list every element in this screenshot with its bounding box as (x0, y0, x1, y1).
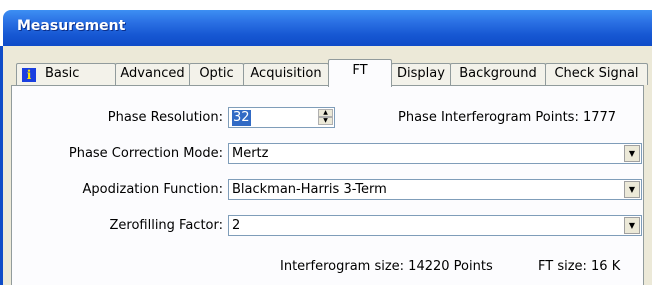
tab-advanced-label: Advanced (120, 66, 185, 81)
tab-optic[interactable]: Optic (189, 63, 244, 85)
ft-tab-panel: Phase Resolution: 32 ▲ ▼ Phase Interfero… (11, 85, 644, 285)
tab-ft-label: FT (352, 63, 368, 78)
tab-acquisition[interactable]: Acquisition (243, 63, 329, 85)
tab-acquisition-label: Acquisition (250, 66, 322, 81)
window-title: Measurement (17, 18, 126, 34)
dialog-body: i Basic Advanced Optic Acquisition FT Di… (3, 46, 652, 285)
tab-background-label: Background (459, 66, 537, 81)
tab-display[interactable]: Display (391, 63, 451, 85)
info-icon: i (22, 68, 36, 82)
tab-optic-label: Optic (199, 66, 234, 81)
title-bar: Measurement (0, 0, 652, 46)
tab-check-signal-label: Check Signal (554, 66, 639, 81)
phase-resolution-spin-buttons[interactable]: ▲ ▼ (318, 109, 333, 126)
phase-resolution-label: Phase Resolution: (107, 110, 223, 125)
spin-down-icon[interactable]: ▼ (318, 117, 333, 125)
tab-basic-label: Basic (45, 66, 80, 81)
tab-ft[interactable]: FT (328, 59, 392, 87)
chevron-down-icon[interactable]: ▼ (624, 145, 640, 162)
zerofilling-factor-label: Zerofilling Factor: (109, 218, 223, 233)
apodization-function-select[interactable]: Blackman-Harris 3-Term ▼ (228, 179, 642, 200)
tab-background[interactable]: Background (450, 63, 546, 85)
chevron-down-icon[interactable]: ▼ (624, 181, 640, 198)
ft-size: FT size: 16 K (538, 259, 621, 274)
tab-check-signal[interactable]: Check Signal (545, 63, 648, 85)
zerofilling-factor-select[interactable]: 2 ▼ (228, 215, 642, 236)
phase-resolution-value[interactable]: 32 (232, 110, 251, 126)
tab-basic[interactable]: i Basic (16, 63, 116, 85)
phase-interferogram-points: Phase Interferogram Points: 1777 (398, 110, 617, 125)
tab-advanced[interactable]: Advanced (115, 63, 190, 85)
tab-display-label: Display (397, 66, 445, 81)
phase-resolution-spinbox[interactable]: 32 ▲ ▼ (228, 107, 335, 128)
apodization-function-label: Apodization Function: (82, 182, 223, 197)
interferogram-size: Interferogram size: 14220 Points (280, 259, 493, 274)
zerofilling-factor-value: 2 (232, 218, 241, 233)
phase-correction-mode-value: Mertz (232, 146, 269, 161)
phase-correction-mode-select[interactable]: Mertz ▼ (228, 143, 642, 164)
apodization-function-value: Blackman-Harris 3-Term (232, 182, 387, 197)
phase-correction-mode-label: Phase Correction Mode: (68, 146, 223, 161)
chevron-down-icon[interactable]: ▼ (624, 217, 640, 234)
title-bar-gradient[interactable]: Measurement (3, 10, 652, 46)
spin-up-icon[interactable]: ▲ (318, 109, 333, 117)
